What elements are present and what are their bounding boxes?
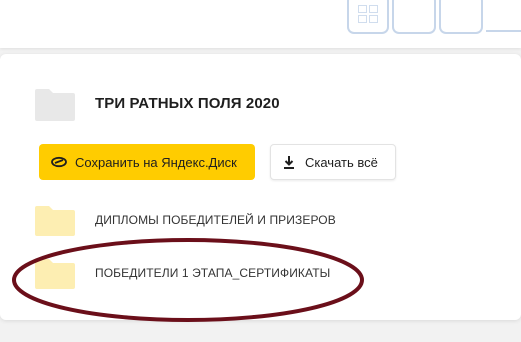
save-to-disk-button[interactable]: Сохранить на Яндекс.Диск [39,144,255,180]
download-icon [284,155,294,169]
list-item-label: ПОБЕДИТЕЛИ 1 ЭТАПА_СЕРТИФИКАТЫ [95,266,331,280]
folder-icon [35,206,75,236]
download-button-label: Скачать всё [305,154,378,170]
disk-icon [51,156,67,168]
divider [486,30,521,32]
windows-icon-button[interactable] [347,0,389,34]
list-item-label: ДИПЛОМЫ ПОБЕДИТЕЛЕЙ И ПРИЗЕРОВ [95,213,336,227]
top-band [0,0,521,48]
folder-icon [35,259,75,289]
folder-icon [35,89,75,121]
window-button[interactable] [392,0,436,34]
window-buttons [347,0,521,34]
list-item[interactable]: ДИПЛОМЫ ПОБЕДИТЕЛЕЙ И ПРИЗЕРОВ [35,204,336,236]
window-button[interactable] [439,0,483,34]
save-button-label: Сохранить на Яндекс.Диск [75,154,237,170]
list-item[interactable]: ПОБЕДИТЕЛИ 1 ЭТАПА_СЕРТИФИКАТЫ [35,257,330,289]
download-all-button[interactable]: Скачать всё [270,144,396,180]
page-title: ТРИ РАТНЫХ ПОЛЯ 2020 [95,95,280,112]
windows-icon [358,5,378,23]
